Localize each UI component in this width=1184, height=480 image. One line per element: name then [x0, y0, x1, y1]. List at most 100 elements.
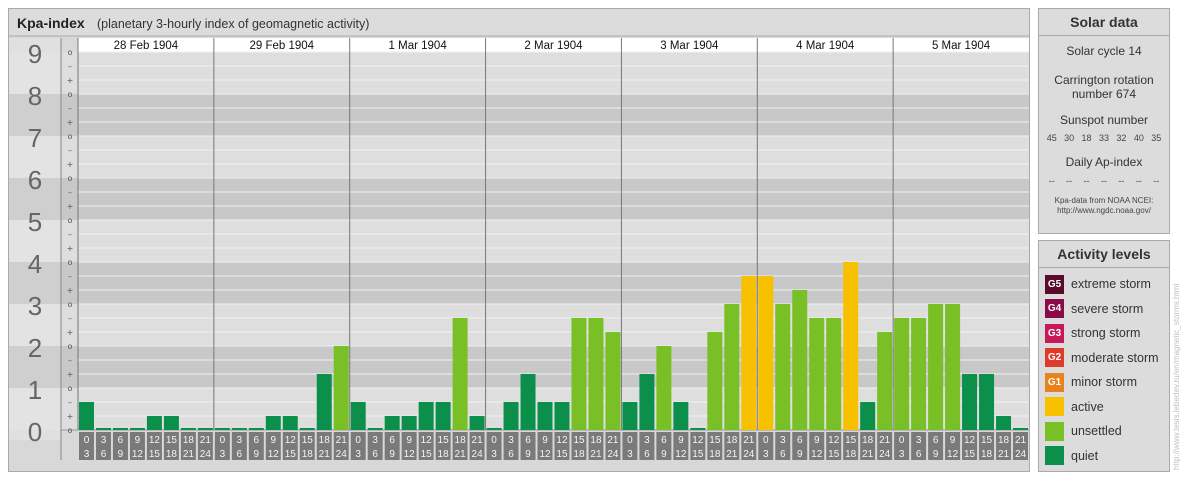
interval-end: 9	[933, 449, 939, 460]
kp-bar	[146, 416, 162, 430]
y-minor-mark: +	[67, 412, 74, 421]
ap-value: --	[1100, 176, 1107, 186]
y-tick-label: 2	[28, 333, 42, 363]
kp-bar	[894, 317, 910, 430]
interval-start: 0	[84, 435, 90, 446]
kp-bar	[401, 416, 417, 430]
kp-bar	[588, 317, 604, 430]
interval-start: 15	[166, 435, 178, 446]
sunspot-value: 35	[1151, 133, 1162, 143]
sunspot-title: Sunspot number	[1059, 113, 1149, 127]
legend-label: unsettled	[1071, 424, 1122, 438]
kp-bar	[469, 416, 485, 430]
interval-start: 12	[692, 435, 704, 446]
day-label: 2 Mar 1904	[524, 40, 583, 52]
y-minor-mark: –	[68, 104, 72, 113]
kp-band	[9, 388, 1029, 430]
interval-start: 18	[590, 435, 602, 446]
legend-label: active	[1071, 399, 1104, 414]
kp-bar	[435, 401, 451, 430]
interval-start: 9	[406, 435, 412, 446]
y-tick-label: 7	[28, 123, 42, 153]
interval-end: 24	[336, 449, 348, 460]
ap-value: --	[1118, 176, 1125, 186]
interval-start: 3	[916, 435, 922, 446]
day-label: 5 Mar 1904	[932, 40, 991, 52]
source-note-line1: Kpa-data from NOAA NCEI:	[1054, 196, 1154, 205]
kp-band	[9, 52, 1029, 94]
interval-end: 6	[237, 449, 243, 460]
solar-data-panel: Solar data Solar cycle 14 Carrington rot…	[1038, 8, 1170, 234]
interval-end: 6	[101, 449, 107, 460]
kp-bar	[452, 317, 468, 430]
interval-start: 18	[455, 435, 467, 446]
day-label: 28 Feb 1904	[114, 40, 179, 52]
activity-levels-panel: Activity levels G5 extreme storm G4 severe …	[1038, 240, 1170, 472]
sunspot-value: 32	[1116, 133, 1127, 143]
interval-start: 0	[491, 435, 497, 446]
y-minor-mark: –	[68, 398, 72, 407]
y-minor-mark: +	[67, 160, 74, 169]
interval-start: 6	[389, 435, 395, 446]
interval-start: 12	[421, 435, 433, 446]
interval-start: 6	[525, 435, 531, 446]
interval-end: 15	[692, 449, 704, 460]
kp-bar	[605, 332, 621, 430]
interval-start: 21	[336, 435, 348, 446]
interval-start: 9	[271, 435, 277, 446]
interval-end: 21	[726, 449, 738, 460]
interval-end: 18	[573, 449, 585, 460]
interval-start: 18	[319, 435, 331, 446]
y-minor-mark: o	[68, 258, 73, 267]
interval-end: 18	[438, 449, 450, 460]
kp-bar	[707, 332, 723, 430]
interval-start: 6	[118, 435, 124, 446]
interval-end: 24	[743, 449, 755, 460]
kp-bar	[180, 428, 196, 430]
legend-label: moderate storm	[1071, 350, 1159, 365]
kp-band	[9, 304, 1029, 346]
legend-swatch: G5	[1045, 274, 1064, 294]
interval-end: 18	[845, 449, 857, 460]
interval-start: 18	[183, 435, 195, 446]
interval-start: 21	[743, 435, 755, 446]
y-tick-label: 6	[28, 165, 42, 195]
interval-start: 21	[607, 435, 619, 446]
kp-bar	[843, 262, 859, 430]
interval-start: 15	[845, 435, 857, 446]
interval-end: 3	[491, 449, 497, 460]
ap-value: --	[1153, 176, 1160, 186]
day-label: 29 Feb 1904	[249, 40, 314, 52]
interval-end: 9	[661, 449, 667, 460]
legend-swatch: G4	[1045, 299, 1064, 318]
y-minor-mark: o	[68, 90, 73, 99]
interval-end: 3	[84, 449, 90, 460]
kp-bar	[520, 374, 536, 430]
y-minor-mark: –	[68, 314, 72, 323]
interval-end: 3	[220, 449, 226, 460]
day-label: 3 Mar 1904	[660, 40, 719, 52]
kp-bar	[112, 428, 128, 430]
kp-bar	[690, 428, 706, 430]
interval-start: 12	[828, 435, 840, 446]
kp-bar	[945, 304, 961, 430]
ap-index-values: -- -- -- -- -- -- --	[1039, 176, 1169, 186]
y-minor-mark: –	[68, 62, 72, 71]
ap-value: --	[1135, 176, 1142, 186]
sunspot-value: 18	[1081, 133, 1092, 143]
interval-start: 6	[661, 435, 667, 446]
y-minor-mark: +	[67, 118, 74, 127]
ap-value: --	[1083, 176, 1090, 186]
kp-bar	[1013, 428, 1028, 430]
kp-bar	[367, 428, 383, 430]
sunspot-value: 40	[1133, 133, 1144, 143]
y-minor-mark: +	[67, 76, 74, 85]
interval-end: 6	[780, 449, 786, 460]
kp-bar	[673, 401, 689, 430]
interval-start: 9	[135, 435, 141, 446]
source-note-line2: http://www.ngdc.noaa.gov/	[1057, 206, 1151, 215]
activity-levels-title: Activity levels	[1039, 241, 1169, 268]
legend-item: active	[1045, 397, 1104, 417]
interval-start: 6	[933, 435, 939, 446]
y-minor-mark: o	[68, 342, 73, 351]
